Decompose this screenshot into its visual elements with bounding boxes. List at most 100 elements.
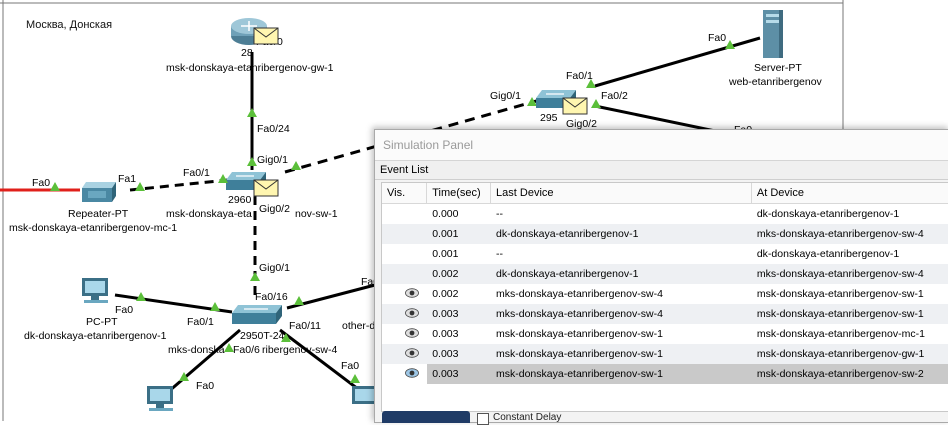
time-cell: 0.001 [432, 248, 459, 260]
table-row[interactable]: 0.003 msk-donskaya-etanribergenov-sw-1 msk… [382, 324, 948, 344]
col-last-device[interactable]: Last Device [491, 183, 752, 203]
port-indicator [291, 161, 301, 170]
sw4-model-label: 2950T-24 [240, 330, 285, 342]
port-indicator [247, 108, 257, 117]
col-time[interactable]: Time(sec) [427, 183, 492, 203]
pc-icon[interactable] [80, 276, 112, 309]
server-icon[interactable] [760, 8, 786, 63]
event-list-table[interactable]: Vis. Time(sec) Last Device At Device 0.0… [381, 182, 948, 412]
sw4-gig01-label: Gig0/1 [259, 262, 290, 274]
time-cell: 0.003 [432, 308, 459, 320]
last-device-cell: dk-donskaya-etanribergenov-1 [496, 228, 639, 240]
time-cell: 0.003 [432, 328, 459, 340]
sw2-gig01-label: Gig0/1 [490, 90, 521, 102]
last-device-cell: msk-donskaya-etanribergenov-sw-1 [496, 348, 663, 360]
table-header: Vis. Time(sec) Last Device At Device [382, 183, 948, 204]
pc-icon[interactable] [145, 384, 177, 424]
sw4-name-left: mks-donska [168, 344, 225, 356]
sw2-fa02-label: Fa0/2 [601, 90, 628, 102]
col-at-device[interactable]: At Device [752, 183, 948, 203]
time-cell: 0.003 [432, 348, 459, 360]
simulation-panel[interactable]: Simulation Panel Event List Vis. Time(se… [374, 129, 948, 425]
port-indicator [210, 302, 220, 311]
port-indicator [179, 372, 189, 381]
at-device-cell: msk-donskaya-etanribergenov-sw-1 [756, 308, 924, 320]
mc-type-label: Repeater-PT [68, 208, 129, 220]
table-row[interactable]: 0.000 -- dk-donskaya-etanribergenov-1 [382, 204, 948, 224]
col-vis[interactable]: Vis. [382, 183, 428, 203]
gw-model-label: 28 [241, 47, 253, 59]
at-device-cell: dk-donskaya-etanribergenov-1 [756, 208, 900, 220]
sw1-name-left: msk-donskaya-eta [166, 208, 252, 220]
gw-name-label: msk-donskaya-etanribergenov-gw-1 [166, 62, 334, 74]
eye-icon[interactable] [405, 328, 419, 338]
table-row[interactable]: 0.002 dk-donskaya-etanribergenov-1 mks-don… [382, 264, 948, 284]
port-indicator [281, 333, 291, 342]
switch-icon[interactable] [232, 302, 284, 331]
sw4-name-right: ribergenov-sw-4 [262, 344, 338, 356]
port-indicator [350, 374, 360, 383]
at-device-cell: msk-donskaya-etanribergenov-sw-1 [756, 288, 924, 300]
at-device-cell: dk-donskaya-etanribergenov-1 [756, 248, 900, 260]
eye-icon[interactable] [405, 368, 419, 378]
sw1-fa01-label: Fa0/1 [183, 167, 210, 179]
constant-delay-checkbox[interactable] [477, 413, 489, 425]
sw1-fa024-label: Fa0/24 [257, 123, 290, 135]
port-indicator [725, 40, 735, 49]
at-device-cell: msk-donskaya-etanribergenov-sw-2 [751, 364, 948, 384]
lower-pc-fa0-label: Fa0 [196, 380, 215, 392]
vis-cell[interactable] [382, 284, 427, 304]
pc-icon[interactable] [350, 384, 376, 424]
vis-cell[interactable] [382, 344, 427, 364]
table-row[interactable]: 0.001 -- dk-donskaya-etanribergenov-1 [382, 244, 948, 264]
vis-cell[interactable] [382, 204, 427, 224]
pc-type-label: PC-PT [86, 316, 118, 328]
eye-icon[interactable] [405, 308, 419, 318]
table-row[interactable]: 0.001 dk-donskaya-etanribergenov-1 mks-don… [382, 224, 948, 244]
time-cell: 0.003 [427, 364, 491, 384]
port-indicator [136, 292, 146, 301]
vis-cell[interactable] [382, 244, 427, 264]
table-row[interactable]: 0.003 msk-donskaya-etanribergenov-sw-1 msk… [382, 344, 948, 364]
reset-simulation-button[interactable] [382, 411, 470, 423]
port-indicator [250, 272, 260, 281]
server-name-label: web-etanribergenov [729, 76, 822, 88]
other-name-label: other-d [342, 320, 376, 332]
event-rows: 0.000 -- dk-donskaya-etanribergenov-1 0.001… [382, 204, 948, 384]
table-row[interactable]: 0.003 mks-donskaya-etanribergenov-sw-4 msk… [382, 304, 948, 324]
mc-fa0-label: Fa0 [32, 177, 51, 189]
simulation-panel-title[interactable]: Simulation Panel [375, 130, 948, 161]
eye-icon[interactable] [405, 348, 419, 358]
sw1-name-right: nov-sw-1 [295, 208, 338, 220]
mc-fa1-label: Fa1 [118, 173, 137, 185]
last-device-cell: msk-donskaya-etanribergenov-sw-1 [496, 328, 663, 340]
port-indicator [591, 99, 601, 108]
last-device-cell: dk-donskaya-etanribergenov-1 [496, 268, 639, 280]
last-device-cell: mks-donskaya-etanribergenov-sw-4 [496, 288, 663, 300]
at-device-cell: mks-donskaya-etanribergenov-sw-4 [756, 228, 924, 240]
envelope-icon [253, 27, 279, 45]
time-cell: 0.000 [432, 208, 459, 220]
last-device-cell: -- [496, 208, 503, 220]
server-type-label: Server-PT [754, 62, 802, 74]
repeater-icon[interactable] [80, 180, 118, 209]
vis-cell[interactable] [382, 304, 427, 324]
pc-fa0-label: Fa0 [115, 304, 134, 316]
at-device-cell: msk-donskaya-etanribergenov-gw-1 [756, 348, 925, 360]
sw4-fa011-label: Fa0/11 [289, 320, 321, 332]
table-row[interactable]: 0.003 msk-donskaya-etanribergenov-sw-1 msk… [382, 364, 948, 384]
vis-cell[interactable] [382, 364, 427, 384]
sw1-gig02-label: Gig0/2 [259, 203, 290, 215]
envelope-icon [562, 97, 588, 115]
time-cell: 0.002 [432, 288, 459, 300]
event-list-label: Event List [375, 161, 948, 180]
eye-icon[interactable] [405, 288, 419, 298]
table-row[interactable]: 0.002 mks-donskaya-etanribergenov-sw-4 msk… [382, 284, 948, 304]
at-device-cell: mks-donskaya-etanribergenov-sw-4 [756, 268, 924, 280]
port-indicator [50, 182, 60, 191]
vis-cell[interactable] [382, 224, 427, 244]
last-device-cell: msk-donskaya-etanribergenov-sw-1 [491, 364, 752, 384]
port-indicator [135, 182, 145, 191]
vis-cell[interactable] [382, 264, 427, 284]
vis-cell[interactable] [382, 324, 427, 344]
